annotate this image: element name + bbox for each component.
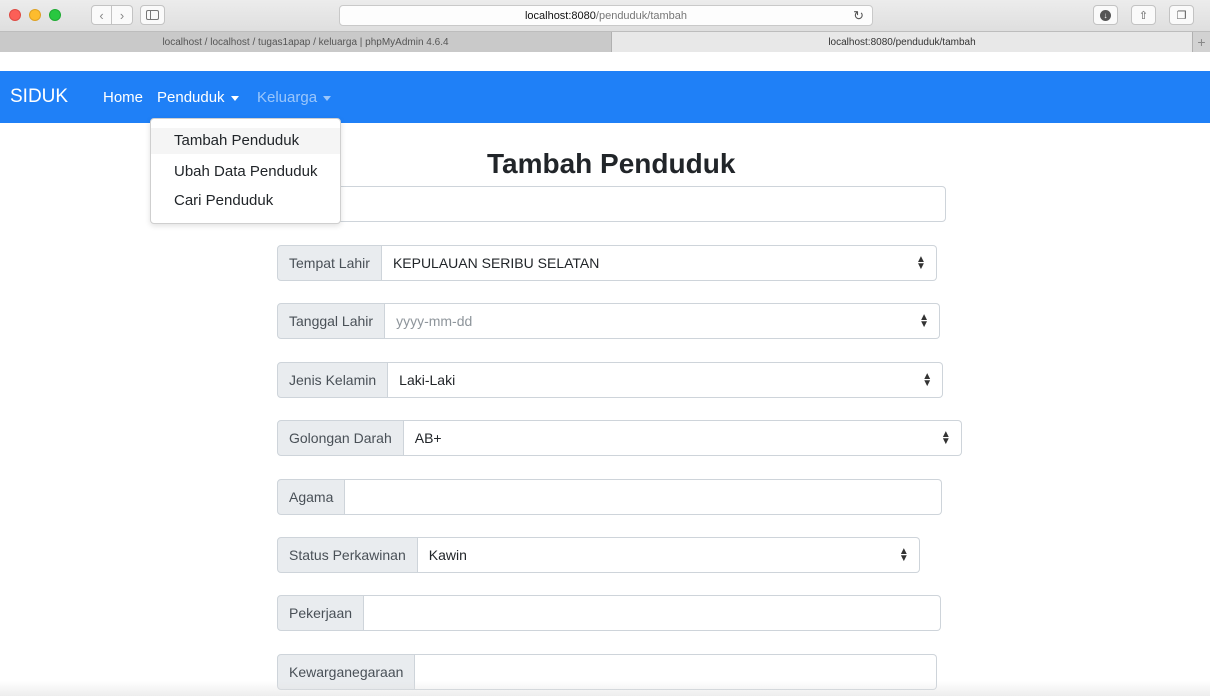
reload-icon[interactable]: ↻ [853, 8, 864, 24]
field-label: Agama [277, 479, 346, 515]
download-icon[interactable]: ↓ [1093, 5, 1118, 25]
menu-item-cari-penduduk[interactable]: Cari Penduduk [151, 188, 340, 214]
nav-keluarga-label: Keluarga [257, 89, 318, 106]
jenis-kelamin-select[interactable]: Laki-Laki ▲ ▼ [388, 362, 944, 398]
field-label: Pekerjaan [277, 595, 365, 631]
select-value: KEPULAUAN SERIBU SELATAN [392, 255, 600, 271]
nav-penduduk-dropdown[interactable]: Penduduk [157, 89, 239, 106]
sidebar-icon[interactable] [140, 5, 165, 25]
address-host: localhost:8080 [524, 9, 596, 22]
golongan-darah-select[interactable]: AB+ ▲ ▼ [403, 420, 962, 456]
agama-group: Agama [277, 479, 943, 515]
tempat-lahir-select[interactable]: KEPULAUAN SERIBU SELATAN ▲ ▼ [381, 245, 937, 281]
tab-phpmyadmin[interactable]: localhost / localhost / tugas1apap / kel… [0, 32, 612, 52]
new-tab-icon[interactable]: + [1192, 32, 1210, 52]
select-arrows-icon: ▲ ▼ [916, 254, 926, 272]
field-label: Golongan Darah [277, 420, 404, 456]
field-label: Tanggal Lahir [277, 303, 386, 339]
field-label: Kewarganegaraan [277, 654, 416, 690]
back-icon[interactable]: ‹ [91, 5, 112, 25]
pekerjaan-group: Pekerjaan [277, 595, 942, 631]
select-value: Laki-Laki [399, 372, 456, 388]
agama-input[interactable] [345, 479, 943, 515]
status-perkawinan-group: Status Perkawinan Kawin ▲ ▼ [277, 537, 920, 573]
tab-penduduk-tambah[interactable]: localhost:8080/penduduk/tambah [612, 32, 1192, 52]
tab-bar: localhost / localhost / tugas1apap / kel… [0, 31, 1210, 52]
kewarganegaraan-group: Kewarganegaraan [277, 654, 938, 690]
caret-down-icon [323, 95, 332, 101]
nama-input[interactable] [334, 186, 946, 222]
select-arrows-icon: ▲ ▼ [940, 429, 951, 447]
field-label: Tempat Lahir [277, 245, 382, 281]
select-arrows-icon: ▲ ▼ [898, 546, 909, 564]
nav-penduduk-label: Penduduk [157, 89, 225, 106]
penduduk-dropdown-menu: Tambah Penduduk Ubah Data Penduduk Cari … [150, 118, 341, 224]
status-perkawinan-select[interactable]: Kawin ▲ ▼ [417, 537, 920, 573]
jenis-kelamin-group: Jenis Kelamin Laki-Laki ▲ ▼ [277, 362, 944, 398]
select-value: AB+ [414, 430, 442, 446]
minimize-window-button[interactable] [29, 9, 41, 21]
caret-down-icon [230, 95, 239, 101]
tanggal-lahir-input[interactable]: yyyy-mm-dd ▲ ▼ [385, 303, 941, 339]
navbar: SIDUK Home Penduduk Keluarga [0, 71, 1210, 123]
golongan-darah-group: Golongan Darah AB+ ▲ ▼ [277, 420, 962, 456]
select-value: Kawin [428, 547, 467, 563]
close-window-button[interactable] [9, 9, 21, 21]
tempat-lahir-group: Tempat Lahir KEPULAUAN SERIBU SELATAN ▲ ▼ [277, 245, 937, 281]
page-title: Tambah Penduduk [487, 148, 736, 179]
tanggal-lahir-group: Tanggal Lahir yyyy-mm-dd ▲ ▼ [277, 303, 941, 339]
brand-logo[interactable]: SIDUK [10, 86, 68, 108]
stepper-arrows-icon[interactable]: ▲ ▼ [919, 313, 929, 330]
pekerjaan-input[interactable] [364, 595, 942, 631]
select-arrows-icon: ▲ ▼ [922, 371, 933, 389]
input-placeholder: yyyy-mm-dd [396, 313, 473, 329]
tabs-icon[interactable]: ❐ [1169, 5, 1194, 25]
forward-icon[interactable]: › [112, 5, 133, 25]
nav-keluarga-dropdown[interactable]: Keluarga [257, 89, 332, 106]
field-label: Jenis Kelamin [277, 362, 389, 398]
field-label: Status Perkawinan [277, 537, 418, 573]
zoom-window-button[interactable] [49, 9, 61, 21]
share-icon[interactable]: ⇧ [1131, 5, 1156, 25]
kewarganegaraan-input[interactable] [415, 654, 938, 690]
browser-toolbar: ‹ › localhost:8080/penduduk/tambah ↻ ↓ ⇧… [0, 0, 1210, 52]
menu-item-ubah-data-penduduk[interactable]: Ubah Data Penduduk [151, 159, 340, 185]
nav-home[interactable]: Home [103, 89, 143, 106]
menu-item-tambah-penduduk[interactable]: Tambah Penduduk [151, 128, 340, 154]
address-path: /penduduk/tambah [595, 9, 688, 22]
address-bar[interactable]: localhost:8080/penduduk/tambah ↻ [339, 5, 873, 26]
